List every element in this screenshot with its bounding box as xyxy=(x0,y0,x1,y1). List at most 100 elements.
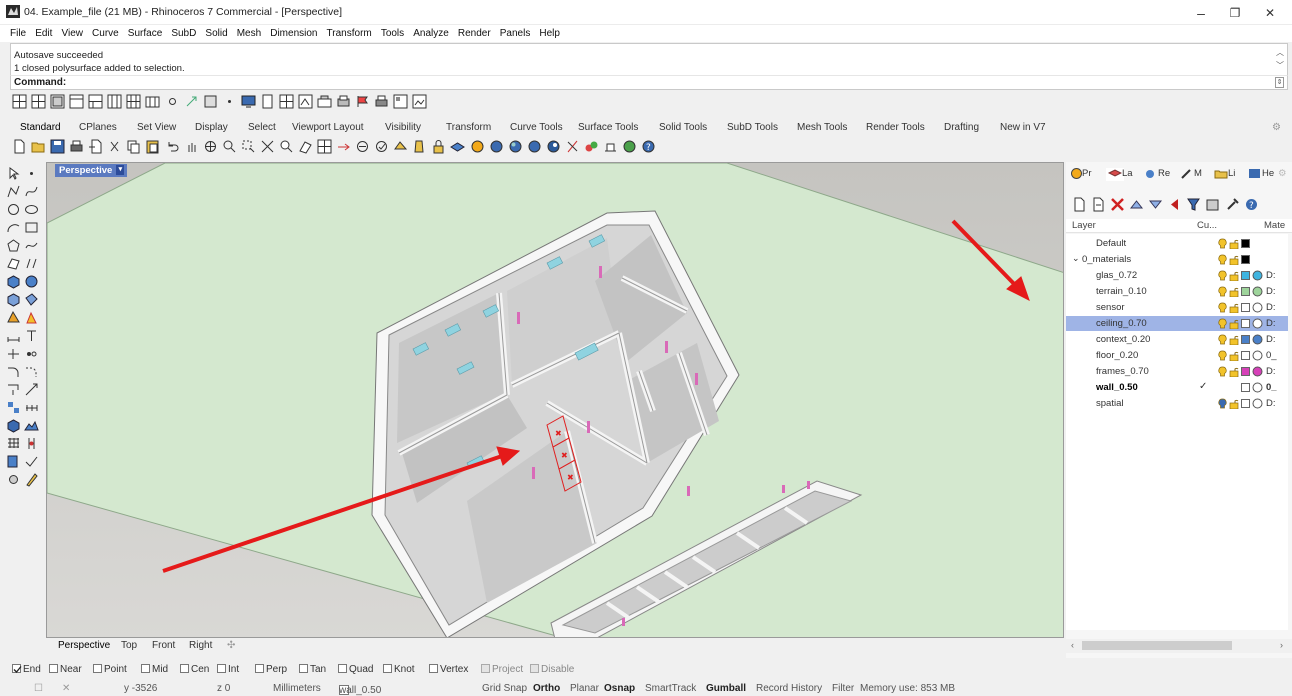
menu-curve[interactable]: Curve xyxy=(88,25,121,39)
render-icon[interactable] xyxy=(546,139,561,154)
tools-icon[interactable] xyxy=(1225,197,1240,212)
select-arrow-icon[interactable] xyxy=(6,166,21,181)
tab-set-view[interactable]: Set View xyxy=(137,122,176,133)
restore-button[interactable]: ❐ xyxy=(1220,4,1250,22)
osnap-checkbox[interactable] xyxy=(141,664,150,673)
layer-name[interactable]: 0_materials xyxy=(1082,254,1131,265)
menu-analyze[interactable]: Analyze xyxy=(409,25,451,39)
layer-row[interactable]: sensor D: xyxy=(1066,300,1288,315)
osnap-checkbox[interactable] xyxy=(217,664,226,673)
hide-objects-icon[interactable] xyxy=(393,139,408,154)
osnap-near[interactable]: Near xyxy=(49,664,82,675)
tab-drafting[interactable]: Drafting xyxy=(944,122,979,133)
gumball-toggle[interactable]: Gumball xyxy=(706,683,746,694)
lock-open-icon[interactable] xyxy=(1229,270,1239,281)
detail-icon[interactable] xyxy=(298,94,313,109)
array-icon[interactable] xyxy=(24,400,39,415)
grid-snap-toggle[interactable]: Grid Snap xyxy=(482,683,527,694)
osnap-cen[interactable]: Cen xyxy=(180,664,209,675)
point-icon[interactable] xyxy=(24,166,39,181)
match-properties-icon[interactable] xyxy=(489,139,504,154)
osnap-checkbox[interactable] xyxy=(338,664,347,673)
shaded-display-icon[interactable] xyxy=(508,139,523,154)
rectangle-icon[interactable] xyxy=(24,220,39,235)
panel-tab-render[interactable]: Re xyxy=(1144,168,1170,181)
menu-surface[interactable]: Surface xyxy=(124,25,164,39)
osnap-checkbox[interactable] xyxy=(429,664,438,673)
osnap-end[interactable]: End xyxy=(12,664,41,675)
grid-viewports-icon[interactable] xyxy=(126,94,141,109)
layer-row[interactable]: terrain_0.10 D: xyxy=(1066,284,1288,299)
tab-display[interactable]: Display xyxy=(195,122,228,133)
curve-icon[interactable] xyxy=(24,184,39,199)
zoom-window-icon[interactable] xyxy=(241,139,256,154)
material-ball-icon[interactable] xyxy=(1252,318,1263,329)
split-vertical-icon[interactable] xyxy=(107,94,122,109)
material-ball-icon[interactable] xyxy=(1252,334,1263,345)
osnap-checkbox[interactable] xyxy=(530,664,539,673)
material-ball-icon[interactable] xyxy=(1252,398,1263,409)
open-file-icon[interactable] xyxy=(31,139,46,154)
units-display[interactable]: Millimeters xyxy=(273,683,321,694)
layout-grid-icon[interactable] xyxy=(279,94,294,109)
copy-icon[interactable] xyxy=(126,139,141,154)
lock-open-icon[interactable] xyxy=(1229,334,1239,345)
tab-select[interactable]: Select xyxy=(248,122,276,133)
lock-open-icon[interactable] xyxy=(1229,302,1239,313)
layer-row[interactable]: floor_0.20 0_ xyxy=(1066,348,1288,363)
material-ball-icon[interactable] xyxy=(1252,302,1263,313)
scroll-left-icon[interactable]: ‹ xyxy=(1071,640,1074,650)
lock-open-icon[interactable] xyxy=(1229,238,1239,249)
circle-icon[interactable] xyxy=(6,202,21,217)
scrollbar-thumb[interactable] xyxy=(1082,641,1232,650)
tab-viewport-layout[interactable]: Viewport Layout xyxy=(292,122,364,133)
menu-panels[interactable]: Panels xyxy=(496,25,533,39)
surface-icon[interactable] xyxy=(6,256,21,271)
save-icon[interactable] xyxy=(50,139,65,154)
layer-color-swatch[interactable] xyxy=(1241,383,1250,392)
panel-tab-libraries[interactable]: Li xyxy=(1214,168,1235,181)
osnap-mid[interactable]: Mid xyxy=(141,664,168,675)
layer-color-swatch[interactable] xyxy=(1241,303,1250,312)
show-objects-icon[interactable] xyxy=(412,139,427,154)
tab-transform[interactable]: Transform xyxy=(446,122,491,133)
render-object-icon[interactable] xyxy=(6,310,21,325)
delete-layer-icon[interactable] xyxy=(1110,197,1125,212)
dolly-icon[interactable] xyxy=(184,94,199,109)
layer-name[interactable]: context_0.20 xyxy=(1096,334,1150,345)
osnap-perp[interactable]: Perp xyxy=(255,664,287,675)
layer-color-swatch[interactable] xyxy=(1241,255,1250,264)
three-viewports-icon[interactable] xyxy=(31,94,46,109)
tab-new-in-v7[interactable]: New in V7 xyxy=(1000,122,1046,133)
flag-icon[interactable] xyxy=(355,94,370,109)
page-layout-icon[interactable] xyxy=(260,94,275,109)
osnap-checkbox[interactable] xyxy=(383,664,392,673)
lights-icon[interactable] xyxy=(565,139,580,154)
bulb-on-icon[interactable] xyxy=(1218,302,1227,313)
bulb-on-icon[interactable] xyxy=(1218,270,1227,281)
viewport-title-tab[interactable]: Perspective ▾ xyxy=(55,164,128,177)
offset-icon[interactable] xyxy=(24,364,39,379)
undo-icon[interactable] xyxy=(165,139,180,154)
menu-solid[interactable]: Solid xyxy=(201,25,229,39)
viewport-tab-perspective[interactable]: Perspective xyxy=(58,640,110,651)
scale-icon[interactable] xyxy=(24,382,39,397)
lock-open-icon[interactable] xyxy=(1229,398,1239,409)
material-ball-icon[interactable] xyxy=(1252,350,1263,361)
environment-icon[interactable] xyxy=(603,139,618,154)
split-icon[interactable] xyxy=(24,346,39,361)
panel-horizontal-scrollbar[interactable]: ‹ › xyxy=(1066,639,1292,653)
osnap-tan[interactable]: Tan xyxy=(299,664,326,675)
set-view-icon[interactable] xyxy=(222,94,237,109)
history-scroll-up-icon[interactable]: ︿ xyxy=(1276,47,1284,58)
image-icon[interactable] xyxy=(412,94,427,109)
layer-name[interactable]: floor_0.20 xyxy=(1096,350,1138,361)
lock-icon[interactable] xyxy=(431,139,446,154)
material-ball-icon[interactable] xyxy=(1252,382,1263,393)
split-horizontal-icon[interactable] xyxy=(88,94,103,109)
polygon-icon[interactable] xyxy=(6,238,21,253)
block-grid-icon[interactable] xyxy=(6,436,21,451)
zoom-icon[interactable] xyxy=(222,139,237,154)
tab-surface-tools[interactable]: Surface Tools xyxy=(578,122,638,133)
menu-subd[interactable]: SubD xyxy=(167,25,198,39)
